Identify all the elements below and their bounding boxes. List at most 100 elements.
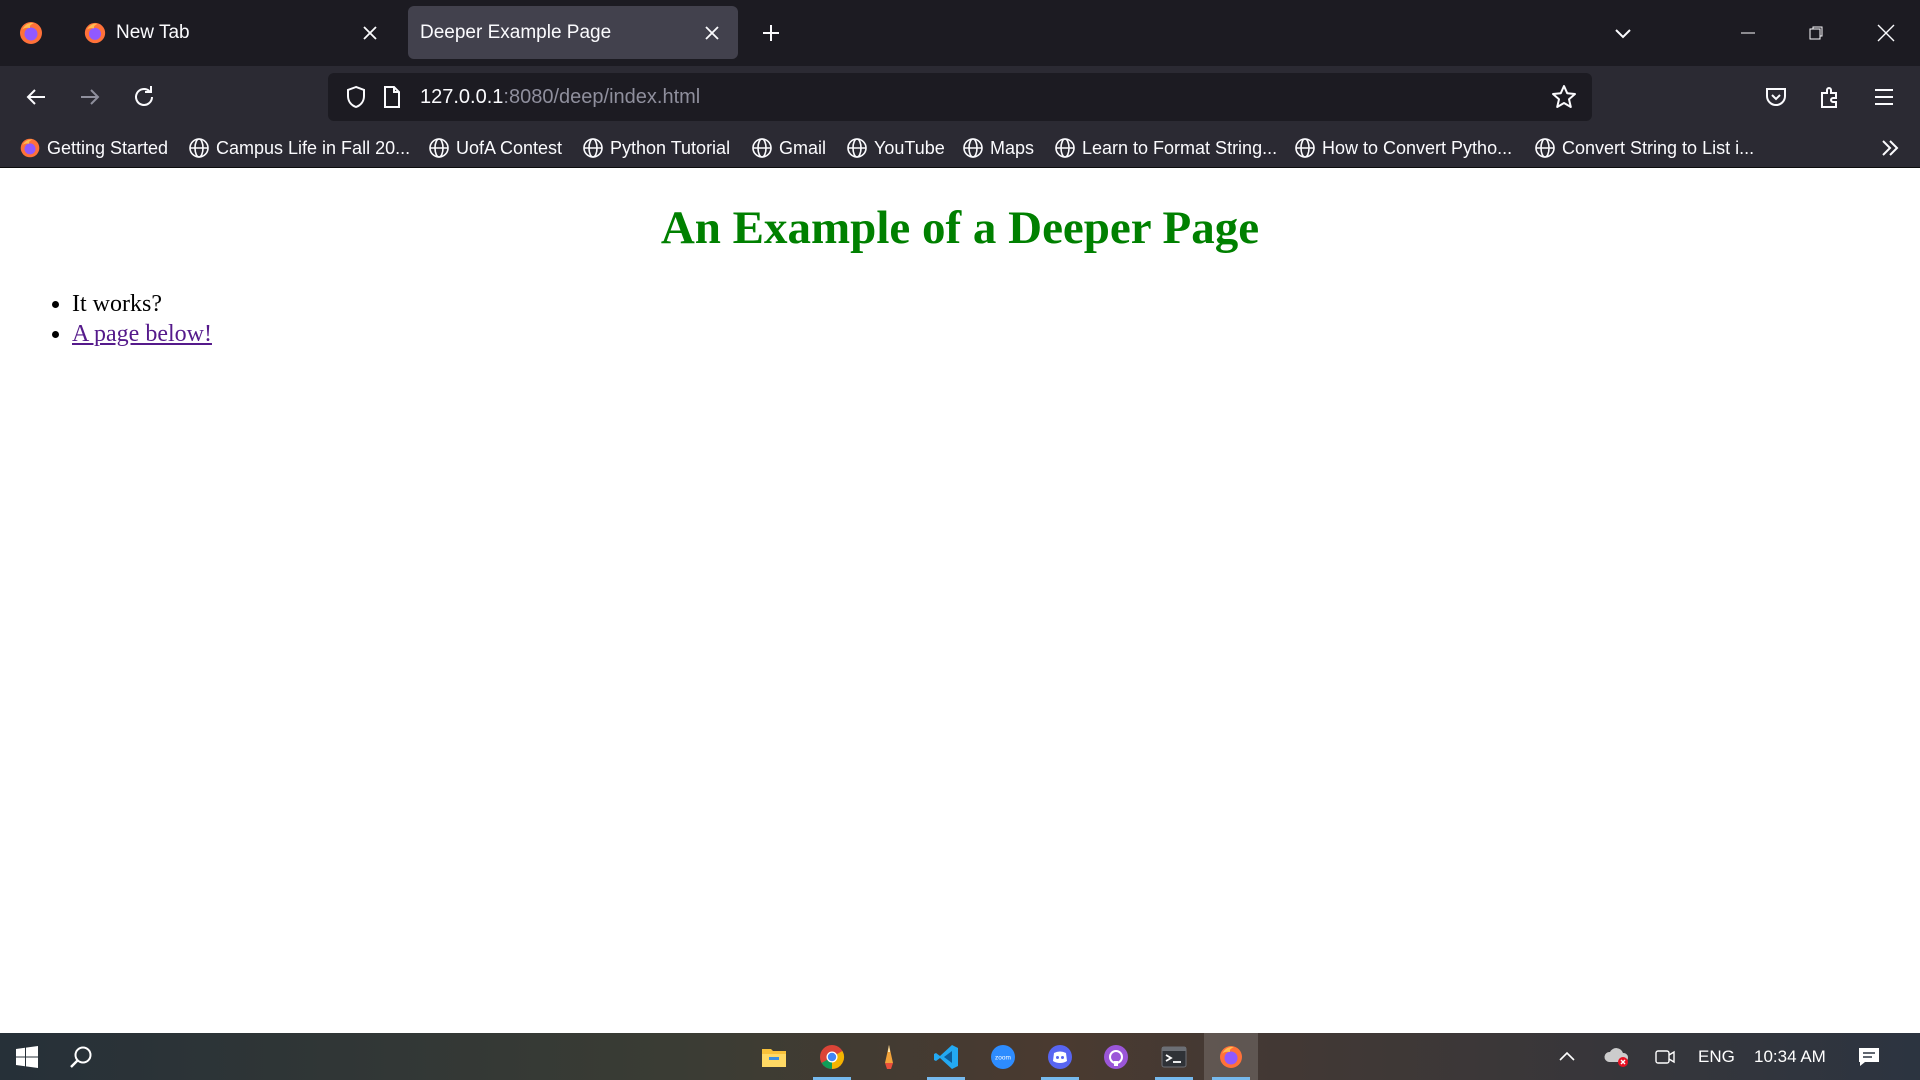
start-button[interactable] (0, 1033, 54, 1080)
bookmark-python-tutorial[interactable]: Python Tutorial (581, 132, 730, 164)
close-icon (1877, 24, 1895, 42)
bookmark-campus-life[interactable]: Campus Life in Fall 20... (187, 132, 410, 164)
app-menu-button[interactable] (1862, 75, 1906, 119)
terminal-icon (1161, 1046, 1187, 1067)
show-hidden-icons-button[interactable] (1542, 1033, 1592, 1080)
bookmark-youtube[interactable]: YouTube (845, 132, 945, 164)
bookmark-label: UofA Contest (456, 137, 563, 158)
minimize-icon (1741, 32, 1755, 34)
svg-text:zoom: zoom (995, 1054, 1011, 1061)
bookmark-label: Maps (990, 137, 1035, 158)
firefox-view-button[interactable] (0, 0, 62, 66)
notifications-icon (1859, 1047, 1879, 1066)
close-tab-icon[interactable] (350, 13, 390, 53)
reload-icon (135, 86, 153, 106)
tracking-protection-shield-icon[interactable] (338, 79, 374, 115)
close-tab-icon[interactable] (692, 13, 732, 53)
bookmark-convert-string-list[interactable]: Convert String to List i... (1533, 132, 1754, 164)
firefox-icon (20, 22, 42, 44)
camera-icon (1655, 1049, 1675, 1064)
globe-icon (961, 136, 985, 160)
globe-icon (845, 136, 869, 160)
bookmark-learn-format-string[interactable]: Learn to Format String... (1053, 132, 1277, 164)
new-tab-button[interactable] (752, 14, 790, 52)
page-info-icon[interactable] (374, 79, 410, 115)
pocket-button[interactable] (1754, 75, 1798, 119)
cloud-error-icon (1604, 1047, 1629, 1067)
chevron-double-right-icon (1882, 140, 1899, 156)
list-item: It works? (72, 289, 212, 319)
forward-button[interactable] (68, 75, 112, 119)
close-window-button[interactable] (1852, 0, 1920, 66)
puzzle-piece-icon (1821, 87, 1837, 108)
input-language[interactable]: ENG (1698, 1033, 1735, 1080)
vscode-icon (934, 1044, 958, 1069)
search-icon (70, 1046, 92, 1068)
bookmark-convert-python[interactable]: How to Convert Pytho... (1293, 132, 1512, 164)
bookmark-star-icon[interactable] (1546, 79, 1582, 115)
pocket-icon (1766, 88, 1786, 106)
chevron-down-icon (1615, 29, 1631, 39)
page-heading: An Example of a Deeper Page (660, 202, 1260, 254)
page-below-link[interactable]: A page below! (72, 321, 212, 347)
bookmark-uofa-contest[interactable]: UofA Contest (427, 132, 562, 164)
taskbar-chrome[interactable] (805, 1033, 859, 1080)
bookmark-label: Python Tutorial (610, 137, 731, 158)
tab-strip: New Tab Deeper Example Page (0, 0, 1920, 66)
forward-arrow-icon (81, 89, 100, 105)
back-arrow-icon (26, 89, 45, 105)
taskbar-github-desktop[interactable] (1089, 1033, 1143, 1080)
reload-button[interactable] (122, 75, 166, 119)
restore-button[interactable] (1782, 0, 1850, 66)
taskbar-vscode[interactable] (919, 1033, 973, 1080)
bookmark-maps[interactable]: Maps (961, 132, 1034, 164)
bookmarks-toolbar: Getting Started Campus Life in Fall 20..… (0, 128, 1920, 168)
bookmark-gmail[interactable]: Gmail (750, 132, 826, 164)
windows-taskbar: zoom ENG 10:34 AM (0, 1033, 1920, 1080)
globe-icon (1053, 136, 1077, 160)
restore-icon (1809, 26, 1823, 40)
bookmark-label: Convert String to List i... (1562, 137, 1755, 158)
paint-icon (885, 1044, 893, 1069)
list-item: A page below! (72, 319, 212, 349)
bookmark-label: Getting Started (47, 137, 169, 158)
taskbar-zoom[interactable]: zoom (976, 1033, 1030, 1080)
globe-icon (1293, 136, 1317, 160)
address-bar[interactable]: 127.0.0.1:8080/deep/index.html (328, 73, 1592, 121)
globe-icon (427, 136, 451, 160)
action-center-button[interactable] (1844, 1033, 1894, 1080)
back-button[interactable] (14, 75, 58, 119)
list-all-tabs-button[interactable] (1604, 14, 1642, 52)
url-host: 127.0.0.1 (420, 85, 504, 108)
url-path: :8080/deep/index.html (503, 85, 701, 108)
clock[interactable]: 10:34 AM (1754, 1033, 1826, 1080)
search-button[interactable] (54, 1033, 108, 1080)
discord-icon (1048, 1044, 1072, 1069)
extensions-button[interactable] (1808, 75, 1852, 119)
taskbar-file-explorer[interactable] (747, 1033, 801, 1080)
list-item-text: It works? (72, 291, 162, 317)
taskbar-terminal[interactable] (1147, 1033, 1201, 1080)
tab-label: New Tab (116, 21, 190, 43)
globe-icon (187, 136, 211, 160)
taskbar-firefox[interactable] (1204, 1033, 1258, 1080)
globe-icon (750, 136, 774, 160)
bookmark-getting-started[interactable]: Getting Started (18, 132, 168, 164)
globe-icon (1533, 136, 1557, 160)
tab-new-tab[interactable]: New Tab (70, 6, 396, 59)
more-bookmarks-button[interactable] (1874, 132, 1906, 164)
firefox-icon (1220, 1045, 1242, 1068)
minimize-button[interactable] (1714, 0, 1782, 66)
github-desktop-icon (1104, 1044, 1128, 1069)
chrome-icon (820, 1044, 845, 1069)
file-explorer-icon (762, 1048, 786, 1067)
taskbar-paint[interactable] (861, 1033, 915, 1080)
hamburger-menu-icon (1875, 89, 1893, 105)
onedrive-status-button[interactable] (1592, 1033, 1642, 1080)
meet-now-button[interactable] (1642, 1033, 1688, 1080)
content-list: It works? A page below! (72, 289, 212, 349)
bookmark-label: Learn to Format String... (1082, 137, 1278, 158)
bookmark-label: Campus Life in Fall 20... (216, 137, 411, 158)
taskbar-discord[interactable] (1033, 1033, 1087, 1080)
tab-deeper-example-page[interactable]: Deeper Example Page (408, 6, 738, 59)
